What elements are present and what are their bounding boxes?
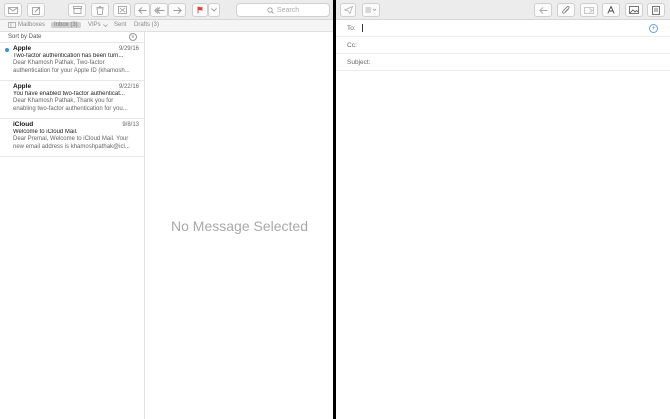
sort-bar: Sort by Date ≡ bbox=[0, 32, 144, 43]
forward-icon bbox=[173, 6, 182, 14]
sidebar-icon bbox=[8, 22, 16, 28]
photo-browser-button[interactable] bbox=[625, 3, 643, 17]
message-row[interactable]: iCloud 9/8/13 Welcome to iCloud Mail. De… bbox=[0, 119, 144, 157]
message-viewer: No Message Selected bbox=[146, 32, 333, 419]
forward-button[interactable] bbox=[168, 3, 186, 17]
compose-icon bbox=[31, 6, 40, 15]
message-preview-line-2: enabling two-factor authentication for y… bbox=[13, 106, 128, 112]
add-contact-icon[interactable]: + bbox=[649, 24, 658, 33]
archive-button[interactable] bbox=[68, 3, 86, 17]
message-row[interactable]: Apple 9/22/16 You have enabled two-facto… bbox=[0, 81, 144, 119]
message-preview-line-1: Dear Premal, Welcome to iCloud Mail. You… bbox=[13, 136, 129, 142]
flag-icon bbox=[197, 6, 203, 14]
send-button[interactable] bbox=[340, 3, 356, 17]
favorite-vips[interactable]: VIPs bbox=[88, 22, 108, 28]
message-sender: iCloud bbox=[13, 121, 34, 128]
search-icon bbox=[267, 6, 274, 14]
archive-icon bbox=[72, 6, 82, 14]
markup-button[interactable] bbox=[580, 3, 598, 17]
message-list-pane: Sort by Date ≡ Apple 9/29/16 Two-factor … bbox=[0, 32, 145, 419]
sort-by-date-button[interactable]: Sort by Date bbox=[8, 34, 41, 40]
compose-toolbar bbox=[336, 0, 670, 20]
format-button[interactable] bbox=[602, 3, 620, 17]
message-preview-line-1: Dear Khamosh Pathak, Two-factor bbox=[13, 60, 105, 66]
reply-all-button[interactable] bbox=[150, 3, 168, 17]
paperclip-icon bbox=[562, 5, 570, 14]
send-icon bbox=[343, 6, 353, 14]
flag-button[interactable] bbox=[192, 3, 208, 17]
header-fields-button[interactable] bbox=[362, 3, 380, 17]
reply-button[interactable] bbox=[134, 3, 150, 17]
compose-window: To: + Cc: Subject: bbox=[336, 0, 670, 419]
search-field[interactable]: Search bbox=[236, 3, 330, 17]
compose-button[interactable] bbox=[27, 3, 45, 17]
envelope-icon bbox=[8, 6, 18, 14]
font-icon bbox=[607, 6, 615, 14]
favorite-mailboxes-label: Mailboxes bbox=[18, 22, 46, 28]
message-date: 9/22/16 bbox=[118, 84, 139, 90]
junk-icon bbox=[117, 6, 127, 14]
text-cursor bbox=[361, 24, 363, 32]
markup-icon bbox=[584, 6, 594, 14]
favorite-drafts[interactable]: Drafts (3) bbox=[134, 22, 159, 28]
to-label: To: bbox=[347, 24, 356, 32]
subject-label: Subject: bbox=[347, 58, 371, 66]
favorite-vips-label: VIPs bbox=[88, 22, 101, 28]
search-placeholder: Search bbox=[276, 6, 300, 14]
message-body[interactable] bbox=[336, 72, 670, 419]
message-row[interactable]: Apple 9/29/16 Two-factor authentication … bbox=[0, 43, 144, 81]
stationery-icon bbox=[652, 5, 660, 15]
favorite-drafts-label: Drafts (3) bbox=[134, 22, 160, 28]
favorites-bar: Mailboxes Inbox (3) VIPs Sent Drafts (3) bbox=[0, 20, 333, 32]
photo-icon bbox=[629, 6, 639, 14]
mail-window: Search Mailboxes Inbox (3) VIPs Sent Dra… bbox=[0, 0, 333, 419]
attach-button[interactable] bbox=[557, 3, 575, 17]
message-preview-line-2: authentication for your Apple ID (khamos… bbox=[13, 68, 130, 74]
favorite-sent-label: Sent bbox=[114, 22, 127, 28]
message-date: 9/29/16 bbox=[118, 46, 139, 52]
unread-dot-icon bbox=[5, 48, 9, 52]
to-field[interactable]: To: + bbox=[336, 20, 670, 37]
get-mail-button[interactable] bbox=[4, 3, 22, 17]
message-preview-line-2: new email address is khamoshpathak@icl..… bbox=[13, 144, 130, 150]
junk-button[interactable] bbox=[113, 3, 131, 17]
chevron-down-icon bbox=[211, 8, 217, 12]
favorite-inbox-label: Inbox (3) bbox=[54, 22, 78, 28]
mail-toolbar: Search bbox=[0, 0, 333, 20]
favorite-sent[interactable]: Sent bbox=[114, 22, 126, 28]
reply-button[interactable] bbox=[534, 3, 552, 17]
chevron-down-icon bbox=[102, 23, 108, 27]
trash-icon bbox=[96, 5, 104, 15]
subject-field[interactable]: Subject: bbox=[336, 54, 670, 71]
cc-label: Cc: bbox=[347, 41, 357, 49]
favorite-mailboxes[interactable]: Mailboxes bbox=[8, 22, 45, 28]
reply-icon bbox=[538, 6, 547, 14]
delete-button[interactable] bbox=[91, 3, 109, 17]
list-icon bbox=[365, 7, 377, 13]
reply-all-icon bbox=[153, 6, 164, 14]
filter-icon[interactable]: ≡ bbox=[129, 33, 137, 41]
no-message-selected-label: No Message Selected bbox=[171, 217, 308, 234]
message-preview-line-1: Dear Khamosh Pathak, Thank you for bbox=[13, 98, 114, 104]
stationery-button[interactable] bbox=[647, 3, 665, 17]
cc-field[interactable]: Cc: bbox=[336, 37, 670, 54]
favorite-inbox[interactable]: Inbox (3) bbox=[51, 22, 81, 28]
flag-menu-button[interactable] bbox=[208, 3, 220, 17]
reply-icon bbox=[137, 6, 146, 14]
message-date: 9/8/13 bbox=[122, 122, 139, 128]
